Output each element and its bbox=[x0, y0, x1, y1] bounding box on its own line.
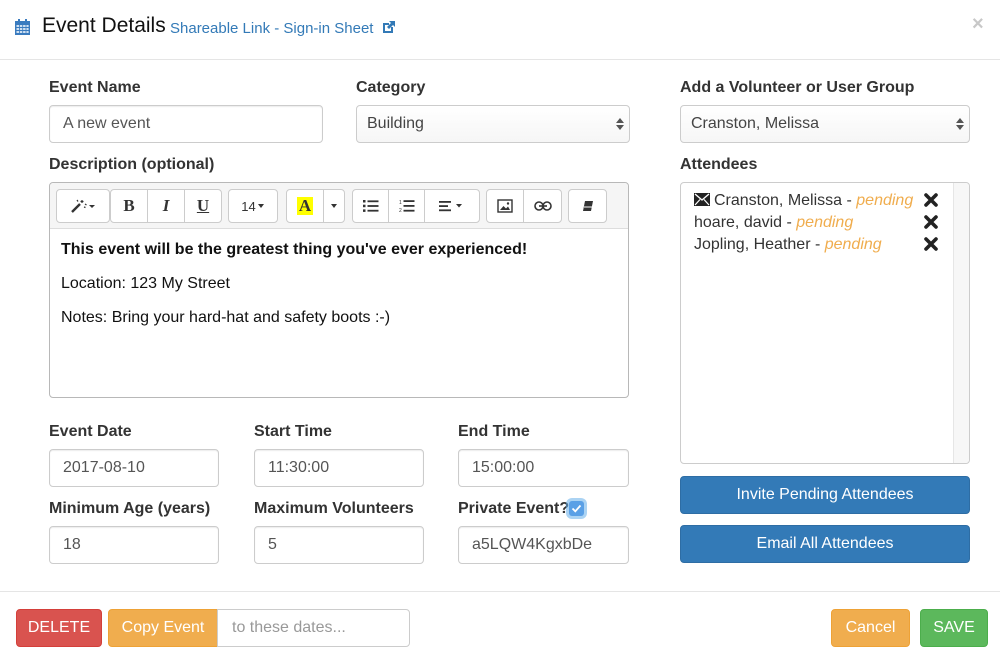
description-paragraph: Location: 123 My Street bbox=[61, 275, 230, 292]
ordered-list-button[interactable]: 12 bbox=[389, 190, 425, 222]
link-icon bbox=[533, 201, 552, 211]
select-arrows-icon bbox=[956, 118, 964, 130]
ordered-list-icon: 12 bbox=[399, 200, 414, 213]
close-icon[interactable]: × bbox=[972, 14, 984, 34]
end-time-input[interactable] bbox=[458, 449, 629, 487]
description-label: Description (optional) bbox=[49, 156, 215, 173]
category-value: Building bbox=[367, 115, 424, 132]
minimum-age-input[interactable] bbox=[49, 526, 219, 564]
font-size-button[interactable]: 14 bbox=[229, 190, 277, 222]
add-volunteer-label: Add a Volunteer or User Group bbox=[680, 79, 915, 96]
footer-divider bbox=[0, 591, 1000, 592]
description-paragraph: This event will be the greatest thing yo… bbox=[61, 241, 528, 258]
attendee-name: Jopling, Heather bbox=[694, 236, 811, 253]
delete-button[interactable]: DELETE bbox=[16, 609, 102, 647]
select-arrows-icon bbox=[616, 118, 624, 130]
copy-dates-input[interactable] bbox=[217, 609, 410, 647]
event-name-label: Event Name bbox=[49, 79, 141, 96]
bold-button[interactable]: B bbox=[111, 190, 148, 222]
email-all-attendees-button[interactable]: Email All Attendees bbox=[680, 525, 970, 563]
align-left-icon bbox=[439, 201, 462, 212]
minimum-age-label: Minimum Age (years) bbox=[49, 500, 211, 517]
category-label: Category bbox=[356, 79, 426, 96]
insert-link-button[interactable] bbox=[524, 190, 561, 222]
start-time-label: Start Time bbox=[254, 423, 332, 440]
caret-down-icon bbox=[257, 204, 264, 208]
italic-button[interactable]: I bbox=[148, 190, 185, 222]
description-paragraph: Notes: Bring your hard-hat and safety bo… bbox=[61, 309, 391, 326]
attendee-item: hoare, david - pending bbox=[694, 214, 853, 232]
svg-text:1: 1 bbox=[399, 200, 402, 206]
checkmark-icon bbox=[571, 504, 582, 513]
attendees-label: Attendees bbox=[680, 156, 758, 173]
svg-text:2: 2 bbox=[399, 208, 402, 213]
highlight-a-icon: A bbox=[296, 196, 314, 215]
save-button[interactable]: SAVE bbox=[920, 609, 988, 647]
envelope-icon bbox=[694, 193, 710, 206]
private-event-code-input[interactable] bbox=[458, 526, 629, 564]
caret-down-icon bbox=[331, 204, 337, 208]
picture-icon bbox=[497, 199, 513, 213]
private-event-label: Private Event? bbox=[458, 500, 570, 517]
modal-title: Event Details bbox=[42, 14, 166, 37]
unordered-list-icon bbox=[362, 200, 378, 212]
event-name-input[interactable] bbox=[49, 105, 323, 143]
add-volunteer-select[interactable]: Cranston, Melissa bbox=[680, 105, 970, 143]
remove-attendee-icon[interactable] bbox=[924, 237, 938, 251]
color-dropdown-button[interactable] bbox=[324, 190, 344, 222]
attendee-separator: - bbox=[842, 192, 857, 209]
attendee-name: Cranston, Melissa bbox=[714, 192, 843, 209]
highlight-color-button[interactable]: A bbox=[287, 190, 324, 222]
start-time-input[interactable] bbox=[254, 449, 424, 487]
add-volunteer-value: Cranston, Melissa bbox=[691, 115, 820, 132]
category-select[interactable]: Building bbox=[356, 105, 630, 143]
calendar-icon bbox=[15, 19, 30, 35]
attendee-separator: - bbox=[810, 236, 825, 253]
maximum-volunteers-input[interactable] bbox=[254, 526, 424, 564]
remove-attendee-icon[interactable] bbox=[924, 215, 938, 229]
copy-event-button[interactable]: Copy Event bbox=[108, 609, 218, 647]
invite-pending-attendees-button[interactable]: Invite Pending Attendees bbox=[680, 476, 970, 514]
event-date-label: Event Date bbox=[49, 423, 132, 440]
font-size-value: 14 bbox=[241, 198, 256, 214]
attendees-scrollbar[interactable] bbox=[953, 183, 969, 463]
attendee-status: pending bbox=[824, 236, 882, 253]
clear-formatting-button[interactable] bbox=[569, 190, 606, 222]
editor-toolbar: B I U 14 A 1 2 bbox=[50, 183, 628, 229]
event-date-input[interactable] bbox=[49, 449, 219, 487]
remove-attendee-icon[interactable] bbox=[924, 193, 938, 207]
attendee-status: pending bbox=[796, 214, 854, 231]
attendee-separator: - bbox=[782, 214, 797, 231]
eraser-icon bbox=[582, 201, 593, 211]
paragraph-align-button[interactable] bbox=[425, 190, 479, 222]
unordered-list-button[interactable] bbox=[353, 190, 389, 222]
magic-style-button[interactable] bbox=[57, 190, 109, 222]
magic-wand-icon bbox=[71, 199, 95, 213]
private-event-checkbox[interactable] bbox=[569, 501, 584, 516]
cancel-button[interactable]: Cancel bbox=[831, 609, 910, 647]
insert-picture-button[interactable] bbox=[487, 190, 524, 222]
attendee-status: pending bbox=[856, 192, 914, 209]
shareable-link-label: Shareable Link - Sign-in Sheet bbox=[170, 20, 374, 37]
modal-header: Event Details Shareable Link - Sign-in S… bbox=[0, 0, 1000, 60]
end-time-label: End Time bbox=[458, 423, 530, 440]
external-link-icon bbox=[382, 21, 395, 33]
shareable-link[interactable]: Shareable Link - Sign-in Sheet bbox=[170, 20, 396, 37]
attendee-item: Jopling, Heather - pending bbox=[694, 236, 882, 254]
underline-button[interactable]: U bbox=[185, 190, 221, 222]
attendee-name: hoare, david bbox=[694, 214, 783, 231]
maximum-volunteers-label: Maximum Volunteers bbox=[254, 500, 414, 517]
attendee-item: Cranston, Melissa - pending bbox=[694, 192, 913, 210]
description-editor[interactable]: B I U 14 A 1 2 This event will be the gr… bbox=[49, 182, 629, 398]
editor-content[interactable]: This event will be the greatest thing yo… bbox=[50, 229, 628, 355]
